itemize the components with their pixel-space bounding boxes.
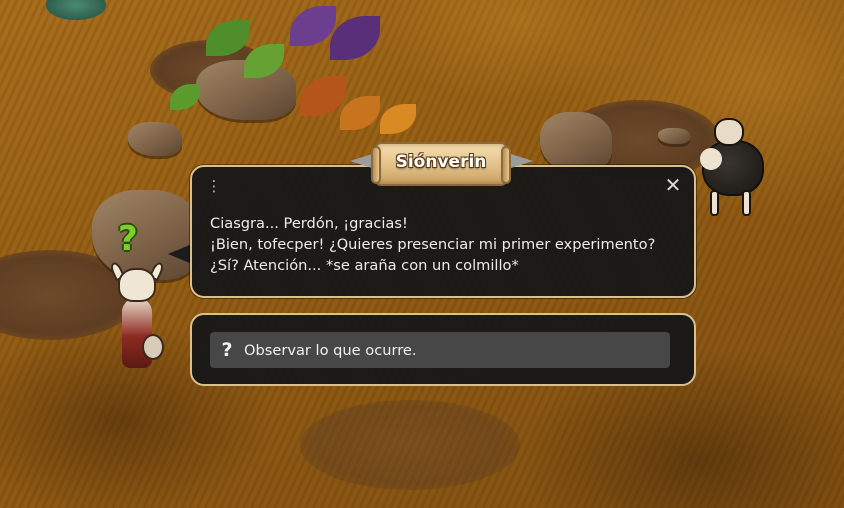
creature-head bbox=[714, 118, 744, 146]
answer-option[interactable]: ? Observar lo que ocurre. bbox=[210, 332, 670, 368]
question-icon: ? bbox=[221, 339, 233, 361]
bush-leaf bbox=[290, 6, 336, 46]
creature[interactable] bbox=[696, 118, 772, 218]
rock bbox=[540, 112, 612, 172]
creature-leg bbox=[742, 190, 751, 216]
dialog-pointer bbox=[168, 244, 192, 264]
bush-leaf bbox=[380, 104, 416, 134]
npc-head bbox=[118, 268, 156, 302]
nameplate-wing bbox=[350, 154, 372, 168]
dialog-line: Ciasgra... Perdón, ¡gracias! bbox=[210, 215, 408, 232]
creature-leg bbox=[710, 190, 719, 216]
menu-icon[interactable]: ⋮ bbox=[206, 175, 222, 197]
bush-leaf bbox=[330, 16, 380, 60]
dialog-line: ¡Bien, tofecper! ¿Quieres presenciar mi … bbox=[210, 236, 656, 253]
partial-character bbox=[46, 0, 106, 20]
bush-leaf bbox=[300, 76, 346, 116]
npc-character[interactable] bbox=[108, 260, 168, 382]
dialog-line: ¿Sí? Atención... *se araña con un colmil… bbox=[210, 257, 519, 274]
npc-nameplate: Siónverin bbox=[371, 140, 511, 190]
answer-label: Observar lo que ocurre. bbox=[244, 341, 417, 359]
dirt-patch bbox=[300, 400, 520, 490]
answers-box: ? Observar lo que ocurre. bbox=[190, 313, 696, 386]
nameplate-wing bbox=[511, 154, 533, 168]
npc-tail bbox=[142, 334, 164, 360]
bush-leaf bbox=[340, 96, 380, 130]
npc-name: Siónverin bbox=[395, 152, 487, 172]
quest-marker-icon[interactable]: ? bbox=[118, 222, 138, 256]
close-icon[interactable]: ✕ bbox=[662, 173, 684, 197]
rock bbox=[128, 122, 182, 156]
rock bbox=[658, 128, 690, 144]
creature-patch bbox=[700, 148, 722, 170]
dialog-text: Ciasgra... Perdón, ¡gracias! ¡Bien, tofe… bbox=[210, 213, 684, 276]
